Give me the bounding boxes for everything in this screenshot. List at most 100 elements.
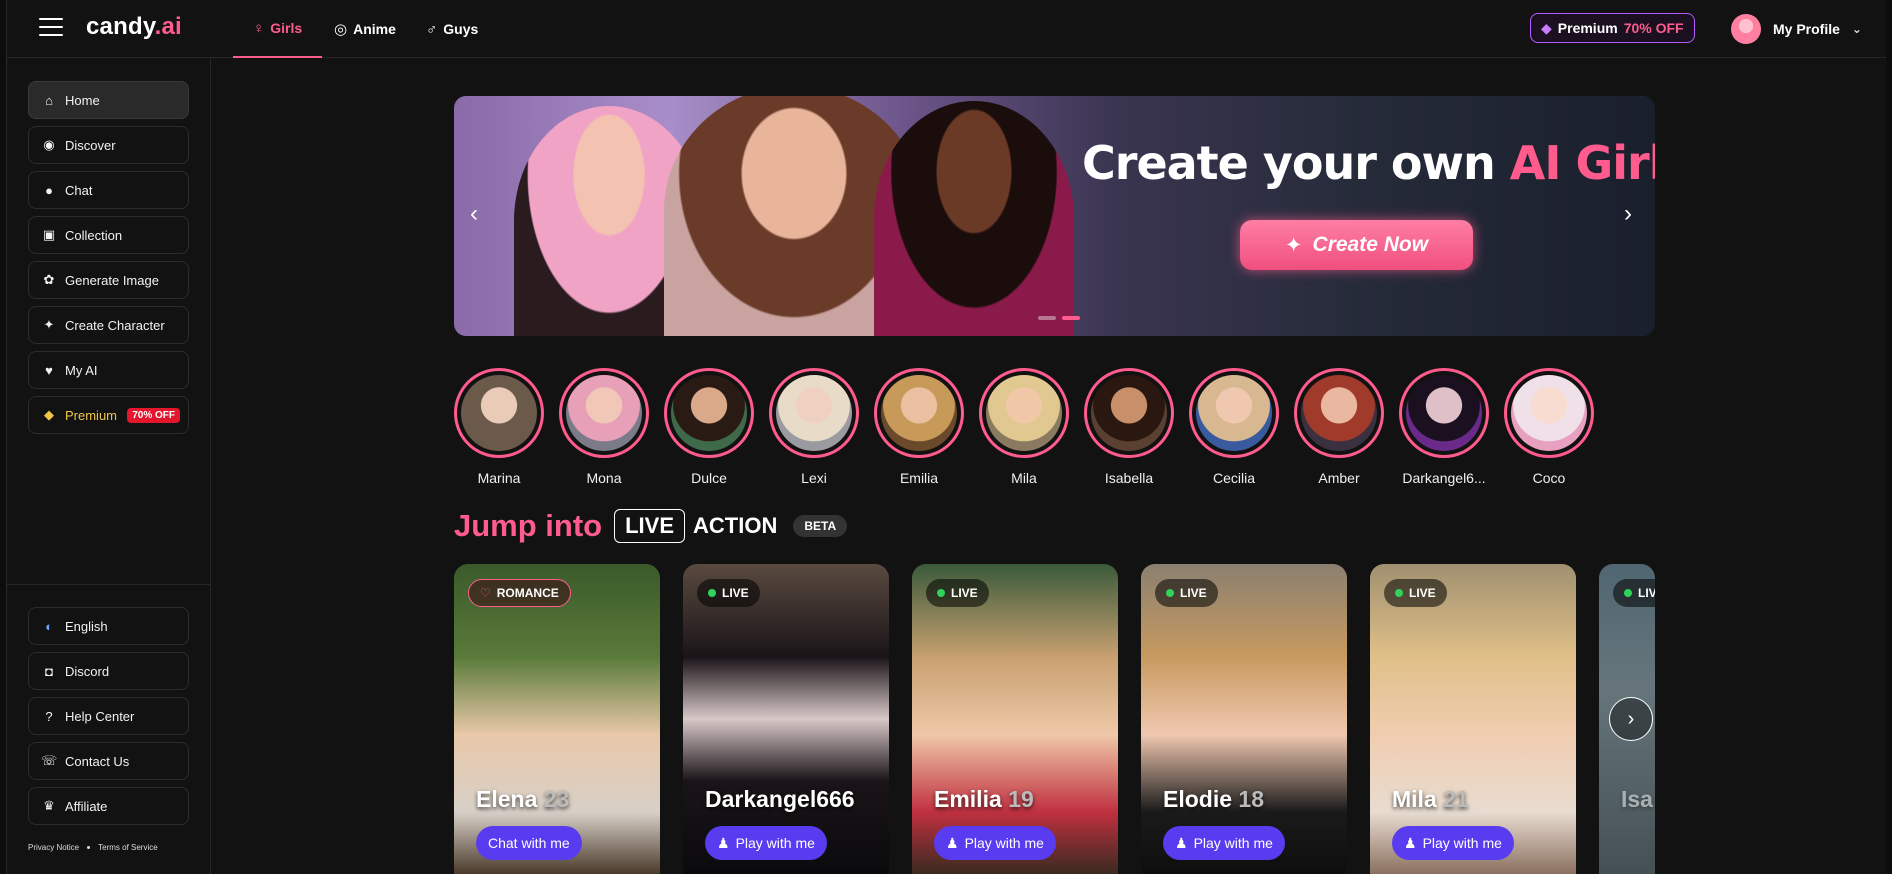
card-name: Mila 21 — [1392, 786, 1469, 812]
sidebar: ⌂ Home ◉ Discover ● Chat ▣ Collection ✿ Gener… — [7, 58, 211, 874]
terms-link[interactable]: Terms of Service — [98, 843, 158, 852]
sidebar-item-label: Contact Us — [65, 753, 130, 769]
tab-label: Anime — [353, 21, 396, 37]
male-icon: ♂ — [426, 20, 438, 38]
app-frame: candy.ai ♀ Girls ◎ Anime ♂ Guys ◆ Premiu… — [6, 0, 1886, 874]
story-mila[interactable]: Mila — [979, 368, 1069, 486]
sidebar-item-home[interactable]: ⌂ Home — [28, 81, 189, 119]
image-gen-icon: ✿ — [43, 272, 55, 287]
banner-model-image — [874, 101, 1074, 336]
card-name: Elodie 18 — [1163, 786, 1264, 812]
us-flag-icon: ◐ — [45, 618, 53, 634]
chevron-down-icon: ⌄ — [1851, 22, 1862, 36]
sidebar-item-discord[interactable]: ◘ Discord — [28, 652, 189, 690]
sidebar-item-english[interactable]: ◐ English — [28, 607, 189, 645]
sidebar-item-collection[interactable]: ▣ Collection — [28, 216, 189, 254]
action-label: ACTION — [693, 513, 778, 538]
banner-title: Create your own AI Girlfriend — [1082, 136, 1655, 190]
sidebar-item-label: Discover — [65, 137, 116, 153]
sidebar-item-label: My AI — [65, 362, 98, 378]
carousel-dot[interactable] — [1038, 316, 1056, 320]
card-name: Emilia 19 — [934, 786, 1034, 812]
live-dot-icon — [1395, 589, 1403, 597]
sidebar-item-chat[interactable]: ● Chat — [28, 171, 189, 209]
story-coco[interactable]: Coco — [1504, 368, 1594, 486]
chevron-left-icon[interactable]: ‹ — [470, 200, 478, 228]
beta-badge: BETA — [793, 515, 848, 537]
story-dulce[interactable]: Dulce — [664, 368, 754, 486]
play-with-me-button[interactable]: ♟ Play with me — [934, 826, 1056, 860]
tab-guys[interactable]: ♂ Guys — [426, 0, 478, 58]
play-with-me-button[interactable]: ♟ Play with me — [705, 826, 827, 860]
logo[interactable]: candy.ai — [86, 13, 182, 41]
live-dot-icon — [937, 589, 945, 597]
card-name: Isa — [1621, 786, 1653, 812]
story-name: Lexi — [801, 470, 827, 486]
carousel-dots — [1038, 316, 1080, 320]
character-card-darkangel666[interactable]: LIVE Darkangel666 ♟ Play with me — [683, 564, 889, 874]
avatar — [1196, 375, 1272, 451]
sidebar-item-affiliate[interactable]: ♛ Affiliate — [28, 787, 189, 825]
joystick-icon: ♟ — [717, 834, 730, 851]
story-darkangel[interactable]: Darkangel6... — [1399, 368, 1489, 486]
character-card-emilia[interactable]: LIVE Emilia 19 ♟ Play with me — [912, 564, 1118, 874]
sidebar-item-label: Discord — [65, 663, 110, 679]
sidebar-item-premium[interactable]: ◆ Premium 70% OFF — [28, 396, 189, 434]
sidebar-item-contact-us[interactable]: ☏ Contact Us — [28, 742, 189, 780]
profile-menu[interactable]: My Profile ⌄ — [1731, 13, 1862, 45]
heart-icon: ♥ — [45, 362, 53, 378]
card-name: Elena 23 — [476, 786, 570, 812]
diamond-icon: ◆ — [44, 407, 54, 422]
sidebar-item-generate-image[interactable]: ✿ Generate Image — [28, 261, 189, 299]
sidebar-item-discover[interactable]: ◉ Discover — [28, 126, 189, 164]
play-with-me-button[interactable]: ♟ Play with me — [1392, 826, 1514, 860]
separator-dot — [87, 846, 91, 849]
chevron-right-icon[interactable]: › — [1624, 200, 1632, 228]
tab-anime[interactable]: ◎ Anime — [334, 0, 396, 58]
avatar — [1301, 375, 1377, 451]
play-with-me-button[interactable]: ♟ Play with me — [1163, 826, 1285, 860]
sidebar-item-label: Collection — [65, 227, 123, 243]
chat-with-me-button[interactable]: Chat with me — [476, 826, 582, 860]
story-mona[interactable]: Mona — [559, 368, 649, 486]
chevron-right-icon[interactable]: › — [1609, 697, 1653, 741]
story-name: Darkangel6... — [1402, 470, 1486, 486]
romance-badge: ♡ ROMANCE — [468, 579, 571, 607]
sidebar-item-label: Affiliate — [65, 798, 108, 814]
profile-label: My Profile — [1773, 21, 1840, 37]
story-emilia[interactable]: Emilia — [874, 368, 964, 486]
avatar — [986, 375, 1062, 451]
magic-wand-icon: ✦ — [1284, 233, 1303, 257]
story-cecilia[interactable]: Cecilia — [1189, 368, 1279, 486]
character-card-mila[interactable]: LIVE Mila 21 ♟ Play with me — [1370, 564, 1576, 874]
carousel-dot[interactable] — [1062, 316, 1080, 320]
story-name: Marina — [477, 470, 521, 486]
avatar — [1731, 14, 1761, 44]
hero-banner[interactable]: Create your own AI Girlfriend ✦ Create N… — [454, 96, 1655, 336]
character-card-elodie[interactable]: LIVE Elodie 18 ♟ Play with me — [1141, 564, 1347, 874]
trophy-icon: ♛ — [43, 798, 55, 813]
avatar — [566, 375, 642, 451]
story-isabella[interactable]: Isabella — [1084, 368, 1174, 486]
story-marina[interactable]: Marina — [454, 368, 544, 486]
character-card-elena[interactable]: ♡ ROMANCE Elena 23 Chat with me — [454, 564, 660, 874]
sidebar-item-create-character[interactable]: ✦ Create Character — [28, 306, 189, 344]
tab-label: Girls — [270, 20, 303, 36]
contact-icon: ☏ — [41, 753, 58, 768]
live-badge: LIVE — [926, 579, 989, 607]
premium-button[interactable]: ◆ Premium 70% OFF — [1530, 13, 1695, 43]
sidebar-item-my-ai[interactable]: ♥ My AI — [28, 351, 189, 389]
story-name: Dulce — [691, 470, 727, 486]
menu-icon[interactable] — [39, 18, 63, 38]
privacy-link[interactable]: Privacy Notice — [28, 843, 79, 852]
sidebar-item-help-center[interactable]: ? Help Center — [28, 697, 189, 735]
home-icon: ⌂ — [45, 92, 53, 108]
create-now-button[interactable]: ✦ Create Now — [1240, 220, 1473, 270]
tab-girls[interactable]: ♀ Girls — [233, 0, 323, 58]
story-name: Coco — [1532, 470, 1566, 486]
story-lexi[interactable]: Lexi — [769, 368, 859, 486]
sidebar-item-label: Help Center — [65, 708, 135, 724]
avatar — [1406, 375, 1482, 451]
sidebar-divider — [7, 584, 211, 585]
story-amber[interactable]: Amber — [1294, 368, 1384, 486]
